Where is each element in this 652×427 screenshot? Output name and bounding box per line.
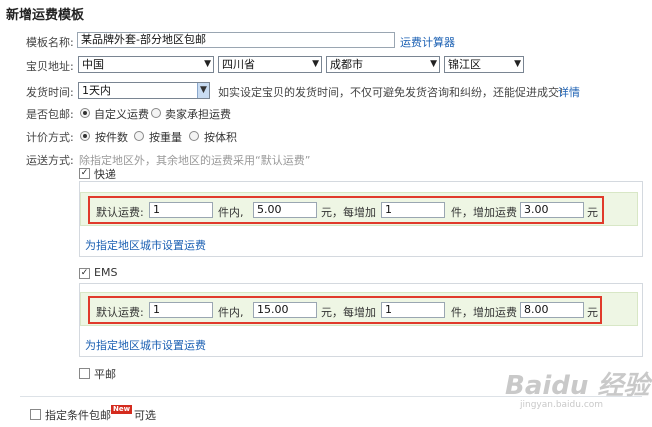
- baidu-watermark: Baidu 经验: [505, 371, 650, 401]
- chevron-down-icon: ▼: [430, 59, 437, 69]
- express-checkbox[interactable]: ✓: [79, 168, 90, 179]
- ems-add-qty-input[interactable]: 1: [381, 302, 445, 318]
- ems-add-fee-input[interactable]: 8.00: [520, 302, 584, 318]
- ems-first-qty-input[interactable]: 1: [149, 302, 213, 318]
- express-yuan: 元: [587, 206, 598, 219]
- surface-mail-method-name: 平邮: [94, 368, 116, 381]
- free-shipping-label: 是否包邮:: [26, 108, 74, 121]
- template-name-label: 模板名称:: [26, 36, 74, 49]
- chevron-down-icon: ▼: [312, 59, 319, 69]
- express-add-fee-label: 件，增加运费: [451, 206, 517, 219]
- optional-label: 可选: [134, 409, 156, 422]
- city-select[interactable]: 成都市 ▼: [326, 56, 440, 73]
- ems-add-fee-label: 件，增加运费: [451, 306, 517, 319]
- custom-fee-radio[interactable]: [80, 108, 90, 118]
- custom-fee-option: 自定义运费: [94, 108, 149, 121]
- express-first-qty-input[interactable]: 1: [149, 202, 213, 218]
- ship-time-hint: 如实设定宝贝的发货时间，不仅可避免发货咨询和纠纷，还能促进成交!: [218, 86, 564, 99]
- express-first-fee-input[interactable]: 5.00: [253, 202, 317, 218]
- country-value: 中国: [82, 58, 104, 71]
- express-add-qty-input[interactable]: 1: [381, 202, 445, 218]
- ship-time-label: 发货时间:: [26, 86, 74, 99]
- ship-time-details-link[interactable]: 详情: [558, 84, 580, 100]
- by-weight-option: 按重量: [149, 131, 182, 144]
- express-default-fee-label: 默认运费:: [96, 206, 144, 219]
- shipping-calculator-link[interactable]: 运费计算器: [400, 34, 455, 50]
- seller-pays-option: 卖家承担运费: [165, 108, 231, 121]
- chevron-down-icon: ▼: [514, 59, 521, 69]
- ems-yuan-each: 元，每增加: [321, 306, 376, 319]
- ems-default-fee-label: 默认运费:: [96, 306, 144, 319]
- pricing-label: 计价方式:: [26, 131, 74, 144]
- surface-mail-checkbox[interactable]: [79, 368, 90, 379]
- ems-checkbox[interactable]: ✓: [79, 268, 90, 279]
- by-volume-option: 按体积: [204, 131, 237, 144]
- by-count-radio[interactable]: [80, 131, 90, 141]
- express-add-fee-input[interactable]: 3.00: [520, 202, 584, 218]
- district-select[interactable]: 锦江区 ▼: [444, 56, 524, 73]
- express-unit-within: 件内,: [218, 206, 244, 219]
- seller-pays-radio[interactable]: [151, 108, 161, 118]
- ems-yuan: 元: [587, 306, 598, 319]
- address-label: 宝贝地址:: [26, 60, 74, 73]
- watermark-url: jingyan.baidu.com: [520, 400, 604, 410]
- province-select[interactable]: 四川省 ▼: [218, 56, 322, 73]
- express-region-fee-link[interactable]: 为指定地区城市设置运费: [85, 237, 206, 253]
- country-select[interactable]: 中国 ▼: [78, 56, 214, 73]
- new-badge: New: [111, 405, 133, 414]
- delivery-label: 运送方式:: [26, 154, 74, 167]
- check-icon: ✓: [80, 168, 89, 178]
- ship-time-select[interactable]: 1天内 ▼: [78, 82, 210, 99]
- by-weight-radio[interactable]: [134, 131, 144, 141]
- chevron-down-icon: ▼: [204, 59, 211, 69]
- ems-method-name: EMS: [94, 266, 118, 279]
- conditional-free-label: 指定条件包邮: [45, 409, 111, 422]
- ems-unit-within: 件内,: [218, 306, 244, 319]
- check-icon: ✓: [80, 268, 89, 278]
- conditional-free-checkbox[interactable]: [30, 409, 41, 420]
- chevron-down-icon: ▼: [197, 83, 209, 98]
- page-title: 新增运费模板: [6, 8, 85, 23]
- template-name-input[interactable]: 某品牌外套-部分地区包邮: [77, 32, 395, 48]
- ems-first-fee-input[interactable]: 15.00: [253, 302, 317, 318]
- express-method-name: 快递: [94, 168, 116, 181]
- ship-time-value: 1天内: [82, 84, 111, 97]
- express-yuan-each: 元，每增加: [321, 206, 376, 219]
- province-value: 四川省: [222, 58, 255, 71]
- ems-region-fee-link[interactable]: 为指定地区城市设置运费: [85, 337, 206, 353]
- district-value: 锦江区: [448, 58, 481, 71]
- by-count-option: 按件数: [95, 131, 128, 144]
- city-value: 成都市: [330, 58, 363, 71]
- by-volume-radio[interactable]: [189, 131, 199, 141]
